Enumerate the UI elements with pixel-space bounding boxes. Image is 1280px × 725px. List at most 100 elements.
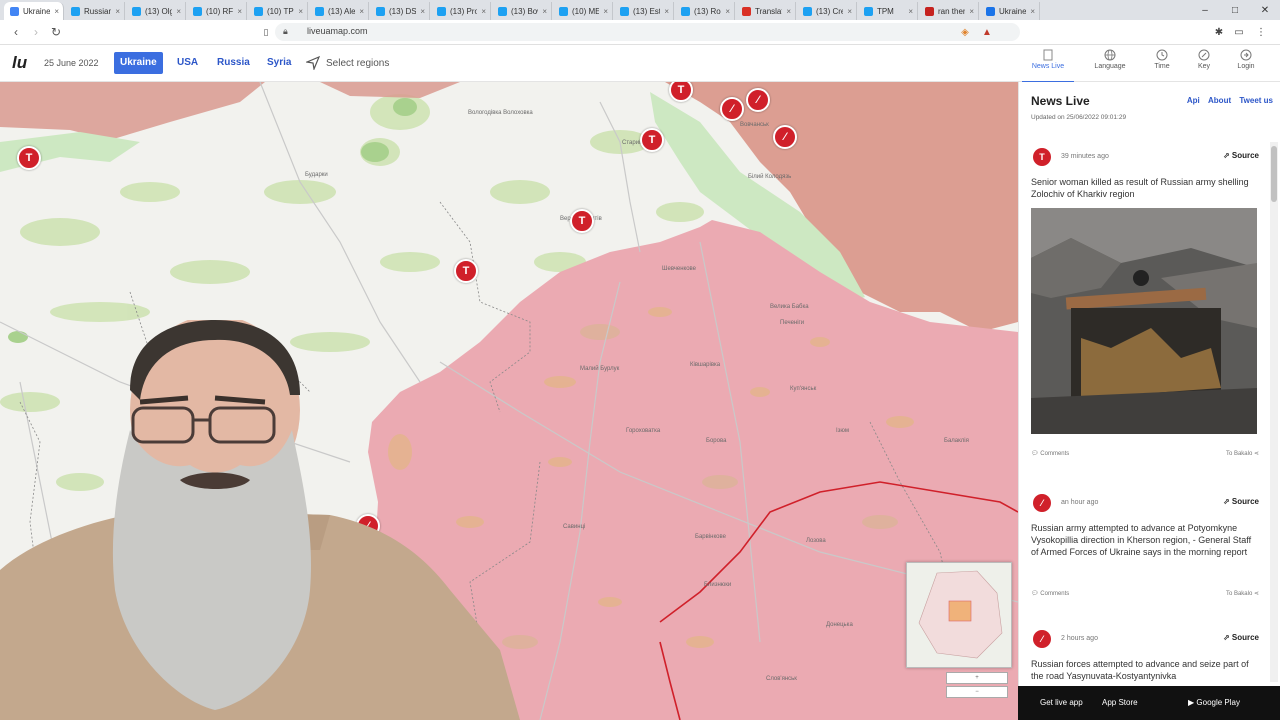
browser-tab[interactable]: (10) ТРМ × bbox=[248, 2, 308, 20]
browser-tab[interactable]: Ukraine × bbox=[980, 2, 1040, 20]
extensions-puzzle-icon[interactable]: ✱ bbox=[1212, 25, 1226, 39]
comments-link[interactable]: 💬︎ Comments bbox=[1031, 451, 1069, 457]
browser-tab[interactable]: (10) RFM× bbox=[187, 2, 247, 20]
region-tab-ukraine[interactable]: Ukraine bbox=[114, 52, 163, 74]
tab-close-icon[interactable]: × bbox=[725, 7, 730, 16]
event-marker-rifle[interactable]: ⁄ bbox=[746, 88, 770, 112]
browser-tab[interactable]: ran then × bbox=[919, 2, 979, 20]
event-marker-artillery[interactable]: T bbox=[640, 128, 664, 152]
tab-close-icon[interactable]: × bbox=[847, 7, 852, 16]
tab-close-icon[interactable]: × bbox=[176, 7, 181, 16]
browser-tab[interactable]: (13) DSTV× bbox=[370, 2, 430, 20]
source-link[interactable]: ⇗ Source bbox=[1223, 633, 1259, 642]
menu-login[interactable]: Login bbox=[1220, 49, 1272, 81]
url-field[interactable]: 🔒︎ liveuamap.com bbox=[275, 23, 1020, 41]
browser-tab[interactable]: (13) Alexan× bbox=[309, 2, 369, 20]
news-item-headline[interactable]: Russian forces attempted to advance and … bbox=[1031, 658, 1255, 682]
tweet-us-link[interactable]: Tweet us bbox=[1239, 96, 1273, 105]
event-marker-rifle[interactable]: ⁄ bbox=[720, 97, 744, 121]
minimap[interactable] bbox=[906, 562, 1012, 668]
tab-close-icon[interactable]: × bbox=[298, 7, 303, 16]
api-link[interactable]: Api bbox=[1187, 96, 1200, 105]
map-label: Лозова bbox=[806, 538, 826, 544]
tab-close-icon[interactable]: × bbox=[115, 7, 120, 16]
source-link[interactable]: ⇗ Source bbox=[1223, 151, 1259, 160]
share-link[interactable]: To Bakalo ⋖ bbox=[1226, 590, 1259, 597]
tab-close-icon[interactable]: × bbox=[664, 7, 669, 16]
comments-label: Comments bbox=[1040, 591, 1070, 597]
select-regions-button[interactable]: Select regions bbox=[306, 56, 389, 70]
region-tab-russia[interactable]: Russia bbox=[211, 52, 256, 74]
about-link[interactable]: About bbox=[1208, 96, 1231, 105]
current-date[interactable]: 25 June 2022 bbox=[44, 58, 99, 68]
browser-tab[interactable]: Ukraine × bbox=[4, 2, 64, 20]
google-play-link[interactable]: ▶ Google Play bbox=[1188, 698, 1240, 707]
event-marker-artillery[interactable]: T bbox=[17, 146, 41, 170]
tab-favicon-icon bbox=[71, 6, 80, 16]
source-link[interactable]: ⇗ Source bbox=[1223, 497, 1259, 506]
tab-close-icon[interactable]: × bbox=[481, 7, 486, 16]
browser-tab[interactable]: (13) Rob × bbox=[675, 2, 735, 20]
menu-language-label: Language bbox=[1094, 63, 1126, 70]
zoom-out-button[interactable]: − bbox=[946, 686, 1008, 698]
reading-list-icon[interactable]: ▭ bbox=[1232, 25, 1246, 39]
browser-tab[interactable]: (13) Olga× bbox=[126, 2, 186, 20]
news-item-time: an hour ago bbox=[1061, 499, 1099, 506]
tab-close-icon[interactable]: × bbox=[908, 7, 913, 16]
region-tab-syria[interactable]: Syria bbox=[261, 52, 297, 74]
lock-icon: 🔒︎ bbox=[283, 26, 288, 36]
browser-tab[interactable]: ТРМ × bbox=[858, 2, 918, 20]
browser-tab[interactable]: (13) Eston × bbox=[614, 2, 674, 20]
tab-close-icon[interactable]: × bbox=[359, 7, 364, 16]
tab-close-icon[interactable]: × bbox=[603, 7, 608, 16]
get-live-app-link[interactable]: Get live app bbox=[1040, 698, 1083, 707]
browser-tab-strip: Ukraine×Russian Of×(13) Olga×(10) RFM×(1… bbox=[0, 0, 1280, 20]
scrollbar-thumb[interactable] bbox=[1271, 146, 1277, 202]
liveuamap-logo[interactable]: lu bbox=[12, 53, 27, 73]
tab-close-icon[interactable]: × bbox=[237, 7, 242, 16]
browser-tab[interactable]: (13) Crew× bbox=[797, 2, 857, 20]
close-window-icon[interactable]: ✕ bbox=[1250, 0, 1280, 20]
share-icon: ⋖ bbox=[1253, 451, 1259, 457]
reload-icon[interactable]: ↻ bbox=[48, 24, 64, 40]
menu-news-live[interactable]: News Live bbox=[1022, 49, 1074, 83]
map-label: Ківшарівка bbox=[690, 362, 721, 368]
browser-tab[interactable]: (13) Bow × bbox=[492, 2, 552, 20]
key-icon bbox=[1198, 49, 1210, 61]
event-marker-artillery[interactable]: T bbox=[570, 209, 594, 233]
back-icon[interactable]: ‹ bbox=[8, 24, 24, 40]
news-item-headline[interactable]: Senior woman killed as result of Russian… bbox=[1031, 176, 1255, 200]
bookmark-icon[interactable]: ▯ bbox=[258, 24, 274, 40]
tab-close-icon[interactable]: × bbox=[420, 7, 425, 16]
browser-tab[interactable]: (10) MEV× bbox=[553, 2, 613, 20]
news-item-headline[interactable]: Russian army attempted to advance at Pot… bbox=[1031, 522, 1255, 558]
minimize-icon[interactable]: – bbox=[1190, 0, 1220, 20]
zoom-in-button[interactable]: + bbox=[946, 672, 1008, 684]
event-marker-rifle[interactable]: ⁄ bbox=[773, 125, 797, 149]
menu-language[interactable]: Language bbox=[1084, 49, 1136, 81]
browser-tab[interactable]: (13) Prom× bbox=[431, 2, 491, 20]
tab-close-icon[interactable]: × bbox=[54, 7, 59, 16]
tab-close-icon[interactable]: × bbox=[969, 7, 974, 16]
news-item-photo[interactable] bbox=[1031, 208, 1257, 434]
extension-warning-icon[interactable]: ▲ bbox=[980, 25, 994, 39]
share-link[interactable]: To Bakalo ⋖ bbox=[1226, 450, 1259, 457]
app-store-link[interactable]: App Store bbox=[1102, 698, 1138, 707]
tab-close-icon[interactable]: × bbox=[1030, 7, 1035, 16]
forward-icon[interactable]: › bbox=[28, 24, 44, 40]
comments-link[interactable]: 💬︎ Comments bbox=[1031, 591, 1069, 597]
tab-title: Ukraine bbox=[999, 6, 1027, 16]
browser-tab[interactable]: Translate × bbox=[736, 2, 796, 20]
news-scrollbar[interactable] bbox=[1270, 142, 1278, 682]
tab-close-icon[interactable]: × bbox=[542, 7, 547, 16]
region-tab-usa[interactable]: USA bbox=[171, 52, 204, 74]
news-live-panel: News Live Api About Tweet us Updated on … bbox=[1018, 82, 1280, 720]
extension-shield-icon[interactable]: ◈ bbox=[958, 25, 972, 39]
browser-menu-icon[interactable]: ⋮ bbox=[1254, 25, 1268, 39]
tab-close-icon[interactable]: × bbox=[786, 7, 791, 16]
rifle-icon: ⁄ bbox=[1033, 630, 1051, 648]
tab-title: Ukraine bbox=[23, 6, 51, 16]
browser-tab[interactable]: Russian Of× bbox=[65, 2, 125, 20]
event-marker-artillery[interactable]: T bbox=[454, 259, 478, 283]
maximize-icon[interactable]: □ bbox=[1220, 0, 1250, 20]
